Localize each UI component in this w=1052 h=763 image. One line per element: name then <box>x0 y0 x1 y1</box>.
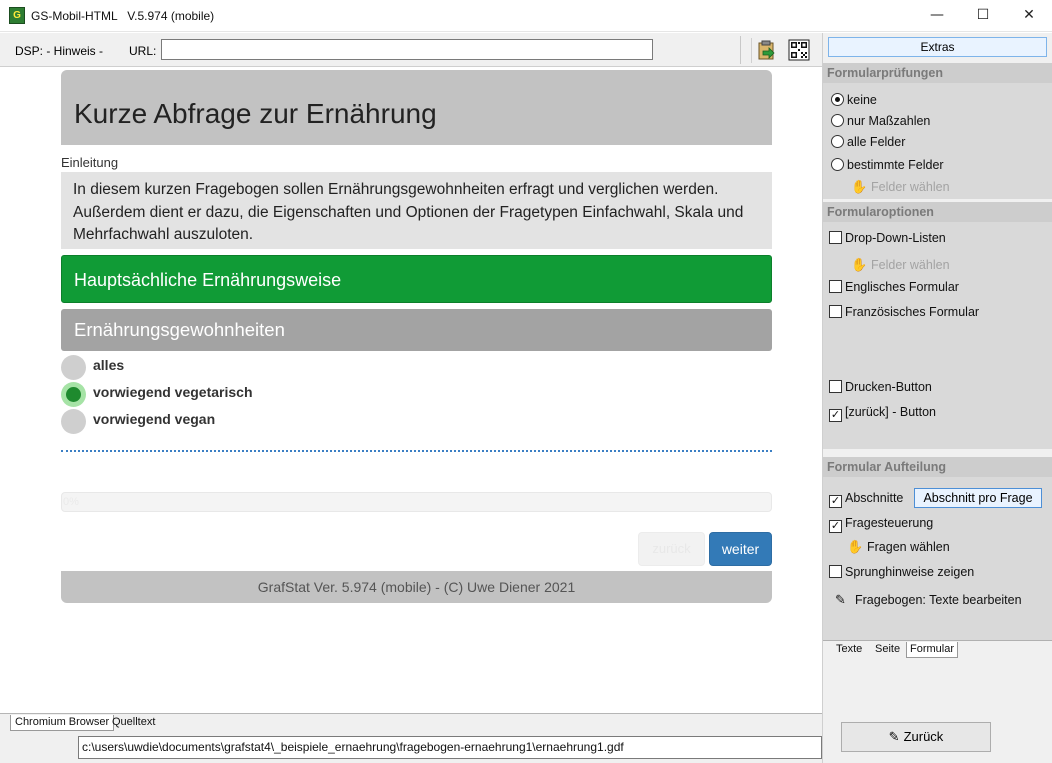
edit-document-icon: ✎ <box>835 593 846 608</box>
radio-selected-icon <box>831 93 844 106</box>
extras-panel: Extras Formularprüfungen keine nur Maßza… <box>822 33 1052 763</box>
file-path-field[interactable]: c:\users\uwdie\documents\grafstat4\_beis… <box>78 736 822 759</box>
checkbox-icon <box>829 380 842 393</box>
toolbar-divider <box>740 36 741 64</box>
optionen-group: Formularoptionen Drop-Down-Listen ✋ Felde… <box>823 202 1052 449</box>
texte-bearbeiten-button[interactable]: ✎ Fragebogen: Texte bearbeiten <box>835 593 1022 611</box>
radio-bestimmte-felder[interactable]: bestimmte Felder <box>831 158 944 176</box>
title-bar: G GS-Mobil-HTML V.5.974 (mobile) — ☐ ✕ <box>0 0 1052 32</box>
checkbox-checked-icon: ✓ <box>829 520 842 533</box>
optionen-header: Formularoptionen <box>823 202 1052 222</box>
tab-chromium-browser[interactable]: Chromium Browser <box>10 715 115 731</box>
option-radio[interactable] <box>61 355 86 380</box>
question-title: Ernährungsgewohnheiten <box>61 309 772 351</box>
pruefungen-header: Formularprüfungen <box>823 63 1052 83</box>
tab-texte[interactable]: Texte <box>833 642 865 658</box>
checkbox-drop-down-listen[interactable]: Drop-Down-Listen <box>829 231 946 249</box>
zurueck-button[interactable]: ✎ Zurück <box>841 722 991 752</box>
radio-icon <box>831 135 844 148</box>
checkbox-zurueck-button[interactable]: ✓ [zurück] - Button <box>829 405 936 423</box>
radio-alle-felder[interactable]: alle Felder <box>831 135 905 153</box>
extras-button[interactable]: Extras <box>828 37 1047 57</box>
checkbox-icon <box>829 280 842 293</box>
maximize-button[interactable]: ☐ <box>960 0 1006 31</box>
felder-waehlen-button[interactable]: ✋ Felder wählen <box>851 180 950 198</box>
checkbox-englisches-formular[interactable]: Englisches Formular <box>829 280 959 298</box>
abschnitt-pro-frage-button[interactable]: Abschnitt pro Frage <box>914 488 1042 508</box>
option-label: vorwiegend vegetarisch <box>93 384 253 400</box>
path-bar: c:\users\uwdie\documents\grafstat4\_beis… <box>0 731 822 763</box>
panel-tab-bar: Texte Seite Formular <box>823 640 1052 658</box>
hand-icon: ✋ <box>851 258 868 273</box>
back-button[interactable]: zurück <box>638 532 705 566</box>
fragen-waehlen-button[interactable]: ✋ Fragen wählen <box>847 540 950 558</box>
tab-formular[interactable]: Formular <box>906 642 959 658</box>
checkbox-icon <box>829 565 842 578</box>
checkbox-franzoesisches-formular[interactable]: Französisches Formular <box>829 305 979 323</box>
clipboard-export-button[interactable] <box>751 38 779 63</box>
next-button[interactable]: weiter <box>709 532 772 566</box>
progress-bar: 0% <box>61 492 772 512</box>
app-logo-icon: G <box>9 7 25 24</box>
section-divider <box>61 450 772 452</box>
toolbar: DSP: - Hinweis - URL: <box>0 33 822 67</box>
minimize-button[interactable]: — <box>914 0 960 31</box>
aufteilung-group: Formular Aufteilung ✓ Abschnitte ✓ Fragest… <box>823 457 1052 640</box>
url-input[interactable] <box>161 39 653 60</box>
hand-icon: ✋ <box>847 540 864 555</box>
form-footer: GrafStat Ver. 5.974 (mobile) - (C) Uwe D… <box>61 571 772 603</box>
hand-icon: ✋ <box>851 180 868 195</box>
checkbox-checked-icon: ✓ <box>829 495 842 508</box>
progress-text: 0% <box>63 496 79 508</box>
aufteilung-header: Formular Aufteilung <box>823 457 1052 477</box>
zurueck-label: Zurück <box>903 729 944 744</box>
option-radio-selected[interactable] <box>61 382 86 407</box>
tab-quelltext[interactable]: Quelltext <box>108 715 159 731</box>
qr-code-icon <box>788 39 810 61</box>
intro-label: Einleitung <box>61 155 119 170</box>
radio-icon <box>831 114 844 127</box>
browser-view: Kurze Abfrage zur Ernährung Einleitung I… <box>0 68 822 713</box>
tab-seite[interactable]: Seite <box>872 642 903 658</box>
checkbox-drucken-button[interactable]: Drucken-Button <box>829 380 932 398</box>
radio-nur-masszahlen[interactable]: nur Maßzahlen <box>831 114 930 132</box>
clipboard-export-icon <box>758 40 775 60</box>
bottom-tab-bar: Chromium Browser Quelltext <box>0 713 822 731</box>
form-title: Kurze Abfrage zur Ernährung <box>74 98 437 129</box>
window-title: GS-Mobil-HTML V.5.974 (mobile) <box>31 9 215 23</box>
option-label: vorwiegend vegan <box>93 411 216 427</box>
option-radio[interactable] <box>61 409 86 434</box>
felder-waehlen-optionen-button[interactable]: ✋ Felder wählen <box>851 258 950 276</box>
checkbox-icon <box>829 231 842 244</box>
edit-icon: ✎ <box>888 730 900 745</box>
form-header: Kurze Abfrage zur Ernährung <box>61 70 772 145</box>
checkbox-icon <box>829 305 842 318</box>
close-button[interactable]: ✕ <box>1006 0 1052 31</box>
intro-text: In diesem kurzen Fragebogen sollen Ernäh… <box>61 172 772 249</box>
qr-code-button[interactable] <box>785 38 813 63</box>
checkbox-abschnitte[interactable]: ✓ Abschnitte <box>829 491 903 509</box>
checkbox-sprunghinweise[interactable]: Sprunghinweise zeigen <box>829 565 974 583</box>
dsp-label: DSP: - Hinweis - <box>15 44 104 58</box>
section-title: Hauptsächliche Ernährungsweise <box>61 255 772 303</box>
radio-icon <box>831 158 844 171</box>
checkbox-checked-icon: ✓ <box>829 409 842 422</box>
url-label: URL: <box>129 44 157 58</box>
checkbox-fragesteuerung[interactable]: ✓ Fragesteuerung <box>829 516 933 534</box>
radio-keine[interactable]: keine <box>831 93 877 111</box>
option-label: alles <box>93 357 125 373</box>
pruefungen-group: Formularprüfungen keine nur Maßzahlen al… <box>823 63 1052 199</box>
